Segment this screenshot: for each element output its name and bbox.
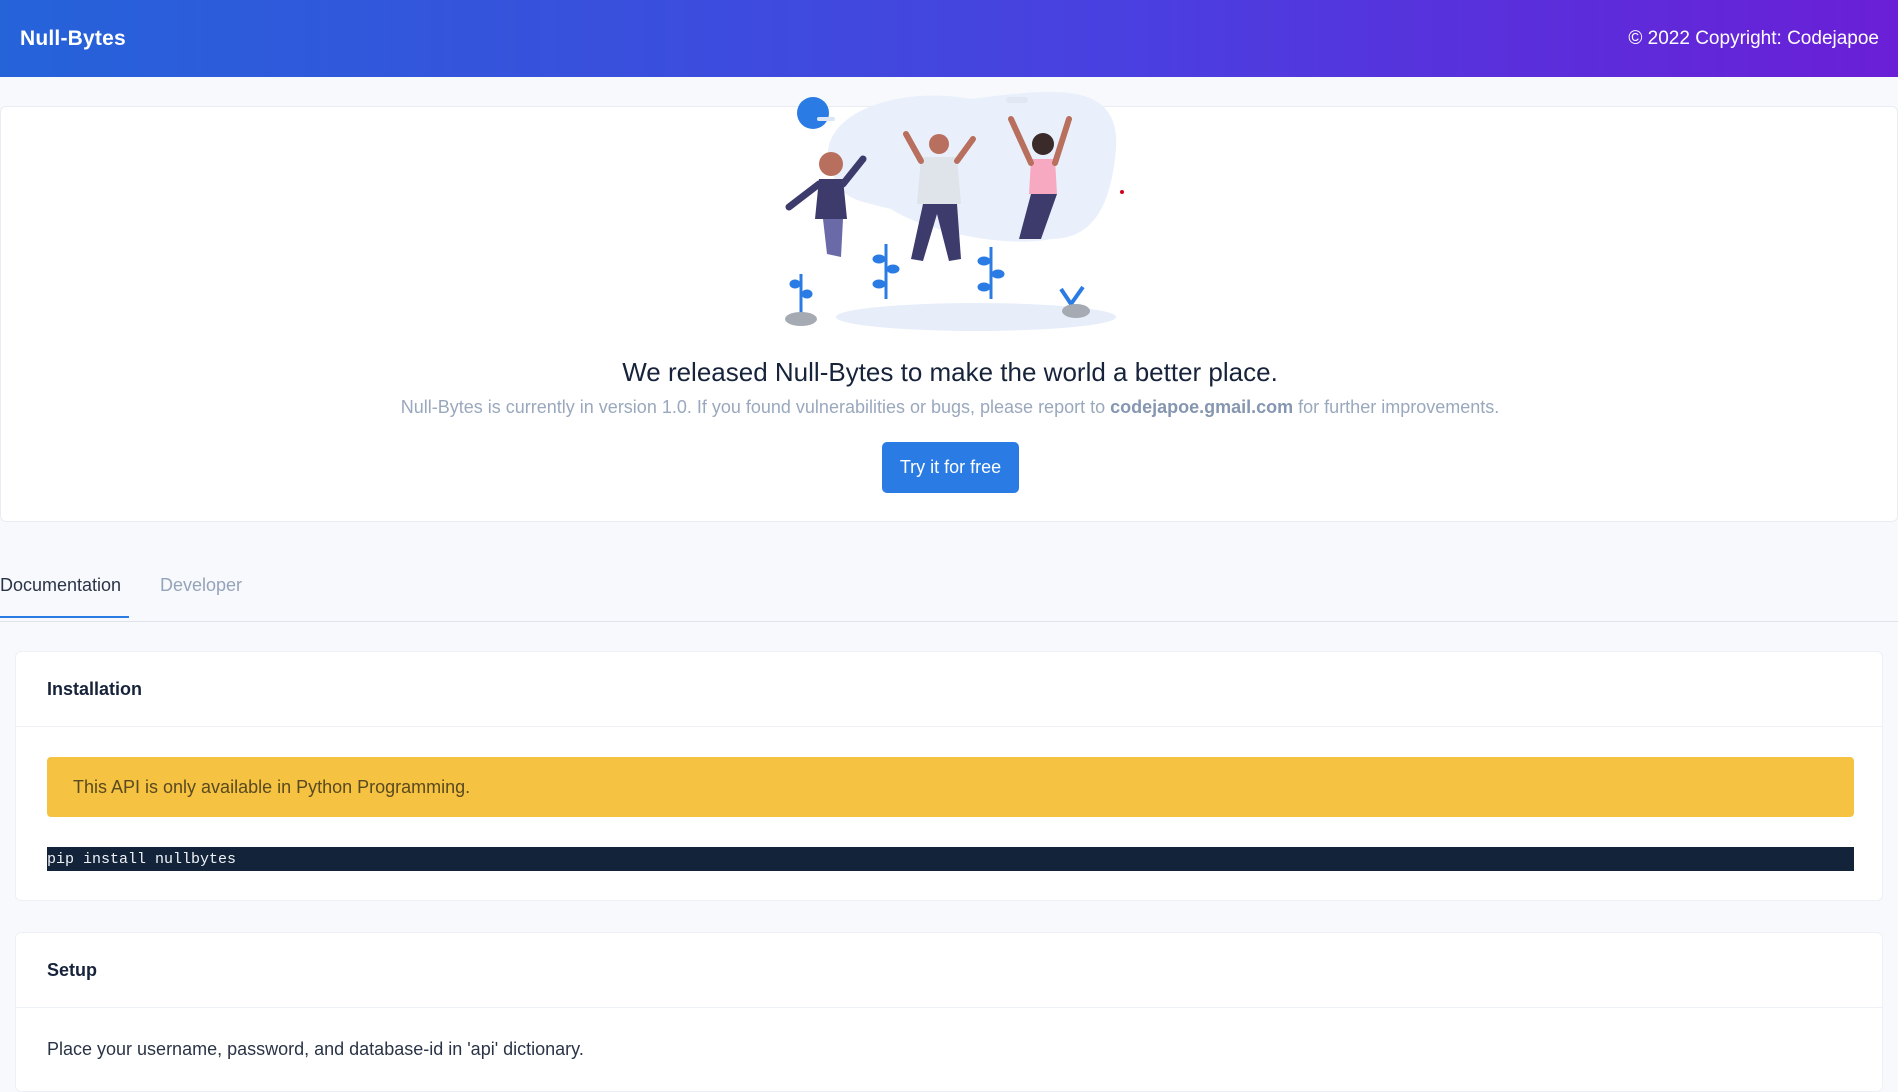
hero-subtitle: Null-Bytes is currently in version 1.0. … [1, 397, 1898, 418]
tab-documentation[interactable]: Documentation [0, 575, 129, 618]
try-it-free-button[interactable]: Try it for free [882, 442, 1019, 493]
hero-title: We released Null-Bytes to make the world… [622, 357, 1278, 387]
people-jumping-illustration [785, 91, 1124, 331]
setup-text: Place your username, password, and datab… [47, 1039, 584, 1059]
python-only-alert: This API is only available in Python Pro… [47, 757, 1854, 817]
top-navbar: Null-Bytes © 2022 Copyright: Codejapoe [0, 0, 1898, 77]
install-code-block[interactable]: pip install nullbytes [47, 847, 1854, 871]
setup-heading: Setup [16, 933, 1882, 1008]
tab-developer[interactable]: Developer [160, 575, 242, 616]
report-email: codejapoe.gmail.com [1110, 397, 1294, 417]
installation-card: Installation This API is only available … [15, 651, 1883, 901]
setup-card: Setup Place your username, password, and… [15, 932, 1883, 1092]
hero-card: We released Null-Bytes to make the world… [0, 91, 1898, 522]
installation-heading: Installation [16, 652, 1882, 727]
copyright-text: © 2022 Copyright: Codejapoe [1628, 27, 1879, 49]
hero-subtitle-text: Null-Bytes is currently in version 1.0. … [400, 397, 1111, 417]
doc-tabs: Documentation Developer [0, 562, 1898, 622]
brand-logo-text[interactable]: Null-Bytes [20, 27, 126, 51]
hero-subtitle-tail: for further improvements. [1293, 397, 1500, 417]
